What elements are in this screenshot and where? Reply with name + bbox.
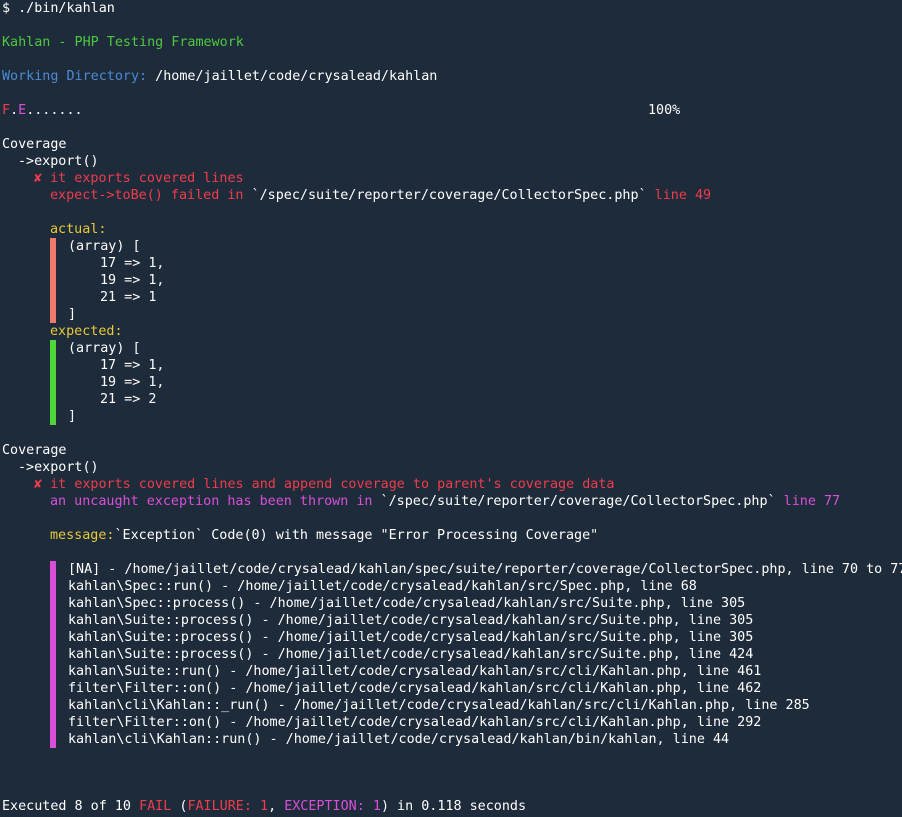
banner: Kahlan - PHP Testing Framework: [2, 35, 244, 50]
terminal-window[interactable]: $ ./bin/kahlan Kahlan - PHP Testing Fram…: [0, 0, 902, 817]
method-name: ->export(): [18, 460, 99, 475]
working-directory-path: /home/jaillet/code/crysalead/kahlan: [147, 69, 438, 84]
working-directory-label: Working Directory:: [2, 69, 148, 84]
summary-suffix: ) in 0.118 seconds: [380, 799, 527, 814]
summary-exception-count: EXCEPTION: 1: [284, 799, 381, 814]
failed-spec-text: it exports covered lines and append cove…: [42, 477, 615, 492]
failed-spec-text: it exports covered lines: [42, 171, 244, 186]
failed-spec: ✘ it exports covered lines: [2, 170, 902, 187]
exception-file: `/spec/suite/reporter/coverage/Collector…: [372, 494, 776, 509]
progress-dot: .: [10, 103, 19, 118]
expected-label: expected:: [50, 324, 123, 339]
progress-percent: 100%: [648, 103, 681, 118]
failure-file: `/spec/suite/reporter/coverage/Collector…: [243, 188, 647, 203]
message-text: `Exception` Code(0) with message "Error …: [114, 528, 599, 543]
trace-line: [NA] - /home/jaillet/code/crysalead/kahl…: [68, 562, 902, 577]
trace-line: kahlan\cli\Kahlan::run() - /home/jaillet…: [68, 732, 730, 747]
cross-icon: ✘: [34, 171, 43, 186]
expected-line: ]: [68, 409, 77, 424]
progress-line: F.E....... 100%: [2, 102, 902, 119]
trace-line: filter\Filter::on() - /home/jaillet/code…: [68, 715, 762, 730]
trace-line: kahlan\Suite::process() - /home/jaillet/…: [68, 647, 754, 662]
trace-line: kahlan\Spec::process() - /home/jaillet/c…: [68, 596, 746, 611]
actual-line: 21 => 1: [100, 290, 157, 305]
expected-line: 17 => 1,: [100, 358, 165, 373]
expected-block: (array) [ 17 => 1, 19 => 1, 21 => 2 ]: [50, 340, 902, 425]
failure-line: line 49: [646, 188, 712, 203]
trace-line: filter\Filter::on() - /home/jaillet/code…: [68, 681, 762, 696]
expected-line: 19 => 1,: [100, 375, 165, 390]
progress-dots: .......: [26, 103, 83, 118]
exception-detail: an uncaught exception has been thrown in…: [2, 493, 902, 510]
trace-line: kahlan\Spec::run() - /home/jaillet/code/…: [68, 579, 697, 594]
failure-detail: expect->toBe() failed in `/spec/suite/re…: [2, 187, 902, 204]
exception-line: line 77: [775, 494, 841, 509]
working-directory: Working Directory: /home/jaillet/code/cr…: [2, 68, 902, 85]
progress-fail-mark: F: [2, 103, 11, 118]
method-name: ->export(): [18, 154, 99, 169]
command-line: $ ./bin/kahlan: [2, 1, 115, 16]
suite-name: Coverage: [2, 137, 67, 152]
suite-name: Coverage: [2, 443, 67, 458]
actual-line: 19 => 1,: [100, 273, 165, 288]
expected-line: (array) [: [68, 341, 141, 356]
actual-line: (array) [: [68, 239, 141, 254]
trace-line: kahlan\Suite::run() - /home/jaillet/code…: [68, 664, 762, 679]
exception-detail-text: an uncaught exception has been thrown in: [50, 494, 373, 509]
failed-spec: ✘ it exports covered lines and append co…: [2, 476, 902, 493]
summary-comma: ,: [268, 799, 285, 814]
summary-failure-count: FAILURE: 1: [187, 799, 269, 814]
trace-line: kahlan\Suite::process() - /home/jaillet/…: [68, 613, 754, 628]
progress-exception-mark: E: [18, 103, 27, 118]
summary-line: Executed 8 of 10 FAIL (FAILURE: 1, EXCEP…: [2, 798, 526, 815]
stack-trace: [NA] - /home/jaillet/code/crysalead/kahl…: [50, 561, 902, 748]
trace-line: kahlan\cli\Kahlan::_run() - /home/jaille…: [68, 698, 810, 713]
cross-icon: ✘: [34, 477, 43, 492]
expected-line: 21 => 2: [100, 392, 157, 407]
failure-detail-text: expect->toBe() failed in: [50, 188, 244, 203]
trace-line: kahlan\Suite::process() - /home/jaillet/…: [68, 630, 754, 645]
summary-prefix: Executed 8 of 10: [2, 799, 140, 814]
actual-block: (array) [ 17 => 1, 19 => 1, 21 => 1 ]: [50, 238, 902, 323]
summary-open: (: [171, 799, 188, 814]
message-label: message:: [50, 528, 115, 543]
exception-message: message:`Exception` Code(0) with message…: [2, 527, 902, 544]
actual-label: actual:: [50, 222, 107, 237]
actual-line: 17 => 1,: [100, 256, 165, 271]
actual-line: ]: [68, 307, 77, 322]
summary-fail: FAIL: [139, 799, 172, 814]
